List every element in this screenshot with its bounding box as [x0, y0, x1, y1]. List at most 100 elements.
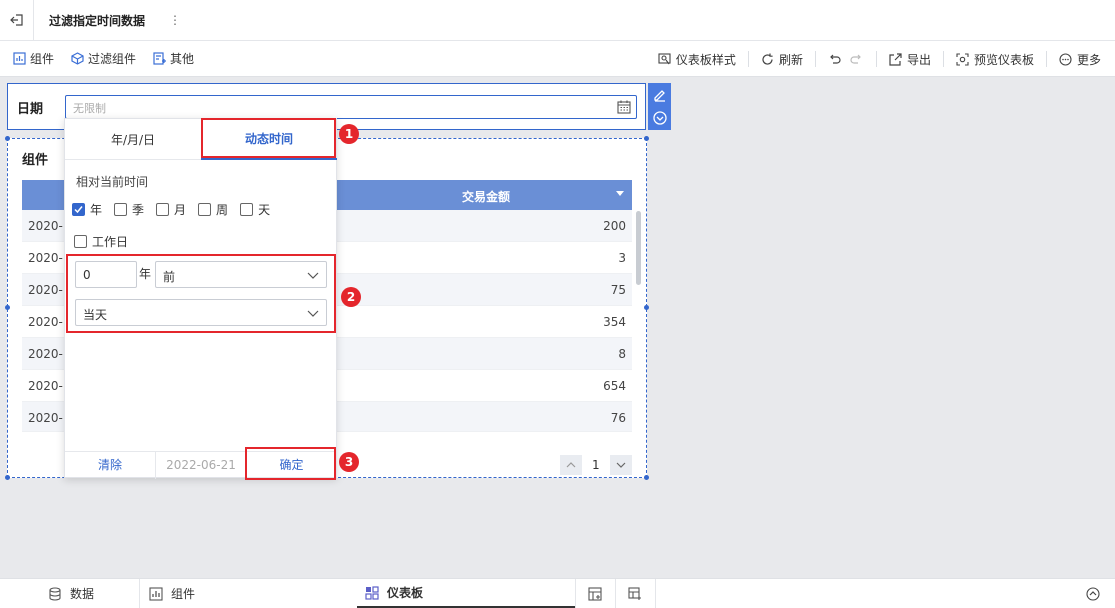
cell-amount: 3	[618, 251, 626, 265]
preview-dashboard-button[interactable]: 预览仪表板	[952, 48, 1038, 70]
checkbox-unchecked-icon	[74, 235, 87, 248]
checkbox-day[interactable]: 天	[240, 201, 270, 218]
checkbox-workday[interactable]: 工作日	[74, 233, 128, 250]
dashboard-style-button[interactable]: 仪表板样式	[654, 48, 740, 70]
refresh-icon	[761, 52, 775, 66]
table-scrollbar[interactable]	[636, 211, 641, 285]
preview-icon	[956, 52, 970, 66]
current-date: 2022-06-21	[156, 451, 247, 479]
other-label: 其他	[170, 52, 195, 66]
add-component-button[interactable]: 组件	[12, 48, 54, 70]
divider	[875, 51, 877, 67]
other-icon	[152, 52, 166, 66]
relative-time-label: 相对当前时间	[76, 175, 149, 189]
add-dashboard-icon	[628, 586, 642, 601]
title-bar: 过滤指定时间数据 ⋮	[0, 0, 1115, 41]
more-button[interactable]: 更多	[1055, 48, 1105, 70]
checkbox-unchecked-icon	[198, 203, 212, 216]
checkbox-week[interactable]: 周	[198, 201, 228, 218]
more-icon	[1059, 52, 1073, 66]
component-icon	[12, 52, 26, 66]
date-filter-input[interactable]: 无限制	[65, 95, 637, 119]
more-vertical-icon[interactable]: ⋮	[169, 13, 181, 27]
checkbox-checked-icon	[72, 203, 85, 216]
undo-button[interactable]	[824, 48, 846, 70]
checkbox-quarter-label: 季	[132, 203, 145, 217]
checkbox-unchecked-icon	[114, 203, 128, 216]
next-page-button[interactable]	[609, 455, 632, 475]
more-label: 更多	[1076, 52, 1101, 67]
checkbox-unchecked-icon	[240, 203, 254, 216]
tab-component[interactable]: 组件	[149, 579, 195, 608]
time-unit-checkboxes: 年 季 月 周 天	[72, 201, 276, 218]
add-filter-component-label: 过滤组件	[88, 52, 137, 66]
resize-handle[interactable]	[5, 305, 10, 310]
cell-amount: 654	[603, 379, 626, 393]
resize-handle[interactable]	[5, 136, 10, 141]
resize-handle[interactable]	[5, 475, 10, 480]
sort-caret-icon[interactable]	[616, 191, 624, 196]
cell-amount: 75	[610, 283, 626, 297]
checkbox-year-label: 年	[90, 203, 103, 217]
annotation-badge-2: 2	[341, 287, 361, 307]
tab-data-label: 数据	[70, 587, 95, 601]
toolbar: 组件 过滤组件 其他 仪表板样式 刷新 导出 预览仪表板 更多	[0, 41, 1115, 77]
page-title: 过滤指定时间数据	[49, 13, 146, 28]
checkbox-month[interactable]: 月	[156, 201, 186, 218]
checkbox-day-label: 天	[258, 203, 271, 217]
refresh-label: 刷新	[778, 52, 803, 67]
cell-amount: 76	[610, 411, 626, 425]
annotation-box-3	[245, 447, 336, 480]
other-button[interactable]: 其他	[152, 48, 194, 70]
add-filter-component-button[interactable]: 过滤组件	[70, 48, 136, 70]
column-header-amount[interactable]: 交易金额	[462, 188, 510, 205]
tab-ymd[interactable]: 年/月/日	[65, 119, 201, 160]
preview-dashboard-label: 预览仪表板	[973, 52, 1034, 67]
export-button[interactable]: 导出	[885, 48, 935, 70]
dashboard-style-label: 仪表板样式	[675, 52, 736, 67]
divider	[1045, 51, 1047, 67]
style-icon	[658, 52, 672, 66]
annotation-badge-3: 3	[339, 452, 359, 472]
cell-amount: 200	[603, 219, 626, 233]
divider	[814, 51, 816, 67]
edit-icon[interactable]	[653, 88, 667, 102]
checkbox-unchecked-icon	[156, 203, 170, 216]
refresh-button[interactable]: 刷新	[757, 48, 807, 70]
export-label: 导出	[906, 52, 931, 67]
widget-side-actions	[648, 83, 671, 130]
tab-data[interactable]: 数据	[48, 579, 94, 608]
clear-button[interactable]: 清除	[65, 451, 156, 479]
add-dashboard-tab-button[interactable]	[628, 579, 642, 608]
date-filter-label: 日期	[17, 102, 44, 117]
pagination: 1	[560, 455, 632, 475]
cell-amount: 8	[618, 347, 626, 361]
chart-icon	[149, 586, 163, 601]
resize-handle[interactable]	[644, 305, 649, 310]
checkbox-week-label: 周	[216, 203, 229, 217]
divider	[615, 579, 616, 608]
resize-handle[interactable]	[644, 475, 649, 480]
add-chart-icon	[588, 586, 602, 601]
cell-amount: 354	[603, 315, 626, 329]
chevron-up-circle-icon	[1086, 586, 1100, 601]
bottom-tab-bar: 数据 组件 仪表板	[0, 578, 1115, 608]
checkbox-year[interactable]: 年	[72, 201, 102, 218]
annotation-badge-1: 1	[339, 124, 359, 144]
chevron-down-circle-icon[interactable]	[652, 111, 667, 125]
resize-handle[interactable]	[644, 136, 649, 141]
filter-component-icon	[70, 52, 84, 66]
add-component-tab-button[interactable]	[588, 579, 602, 608]
exit-icon[interactable]	[0, 0, 34, 41]
collapse-panel-button[interactable]	[1086, 579, 1100, 608]
divider	[747, 51, 749, 67]
divider	[655, 579, 656, 608]
prev-page-button[interactable]	[560, 455, 582, 475]
checkbox-quarter[interactable]: 季	[114, 201, 144, 218]
tab-component-label: 组件	[171, 587, 196, 601]
annotation-box-2	[66, 254, 336, 333]
calendar-icon[interactable]	[617, 100, 631, 114]
divider	[575, 579, 576, 608]
tab-dashboard[interactable]: 仪表板	[357, 579, 575, 608]
redo-button[interactable]	[846, 48, 868, 70]
